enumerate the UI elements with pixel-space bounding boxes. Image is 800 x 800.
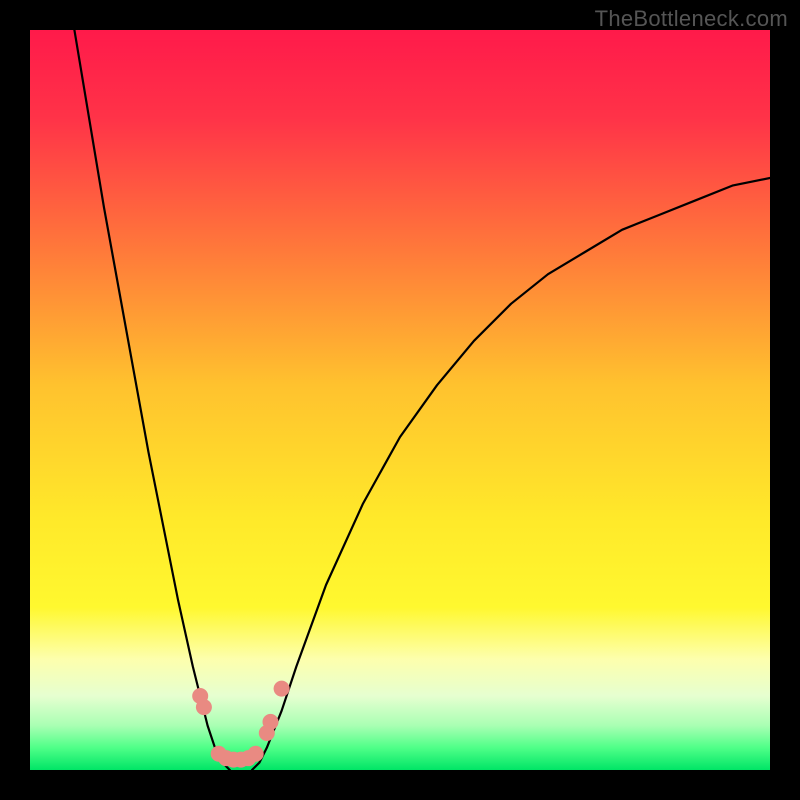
gradient-background xyxy=(30,30,770,770)
marker-dot xyxy=(196,699,212,715)
watermark-text: TheBottleneck.com xyxy=(595,6,788,32)
marker-dot xyxy=(263,714,279,730)
plot-svg xyxy=(30,30,770,770)
plot-area xyxy=(30,30,770,770)
chart-frame: TheBottleneck.com xyxy=(0,0,800,800)
marker-dot xyxy=(274,681,290,697)
marker-dot xyxy=(248,746,264,762)
